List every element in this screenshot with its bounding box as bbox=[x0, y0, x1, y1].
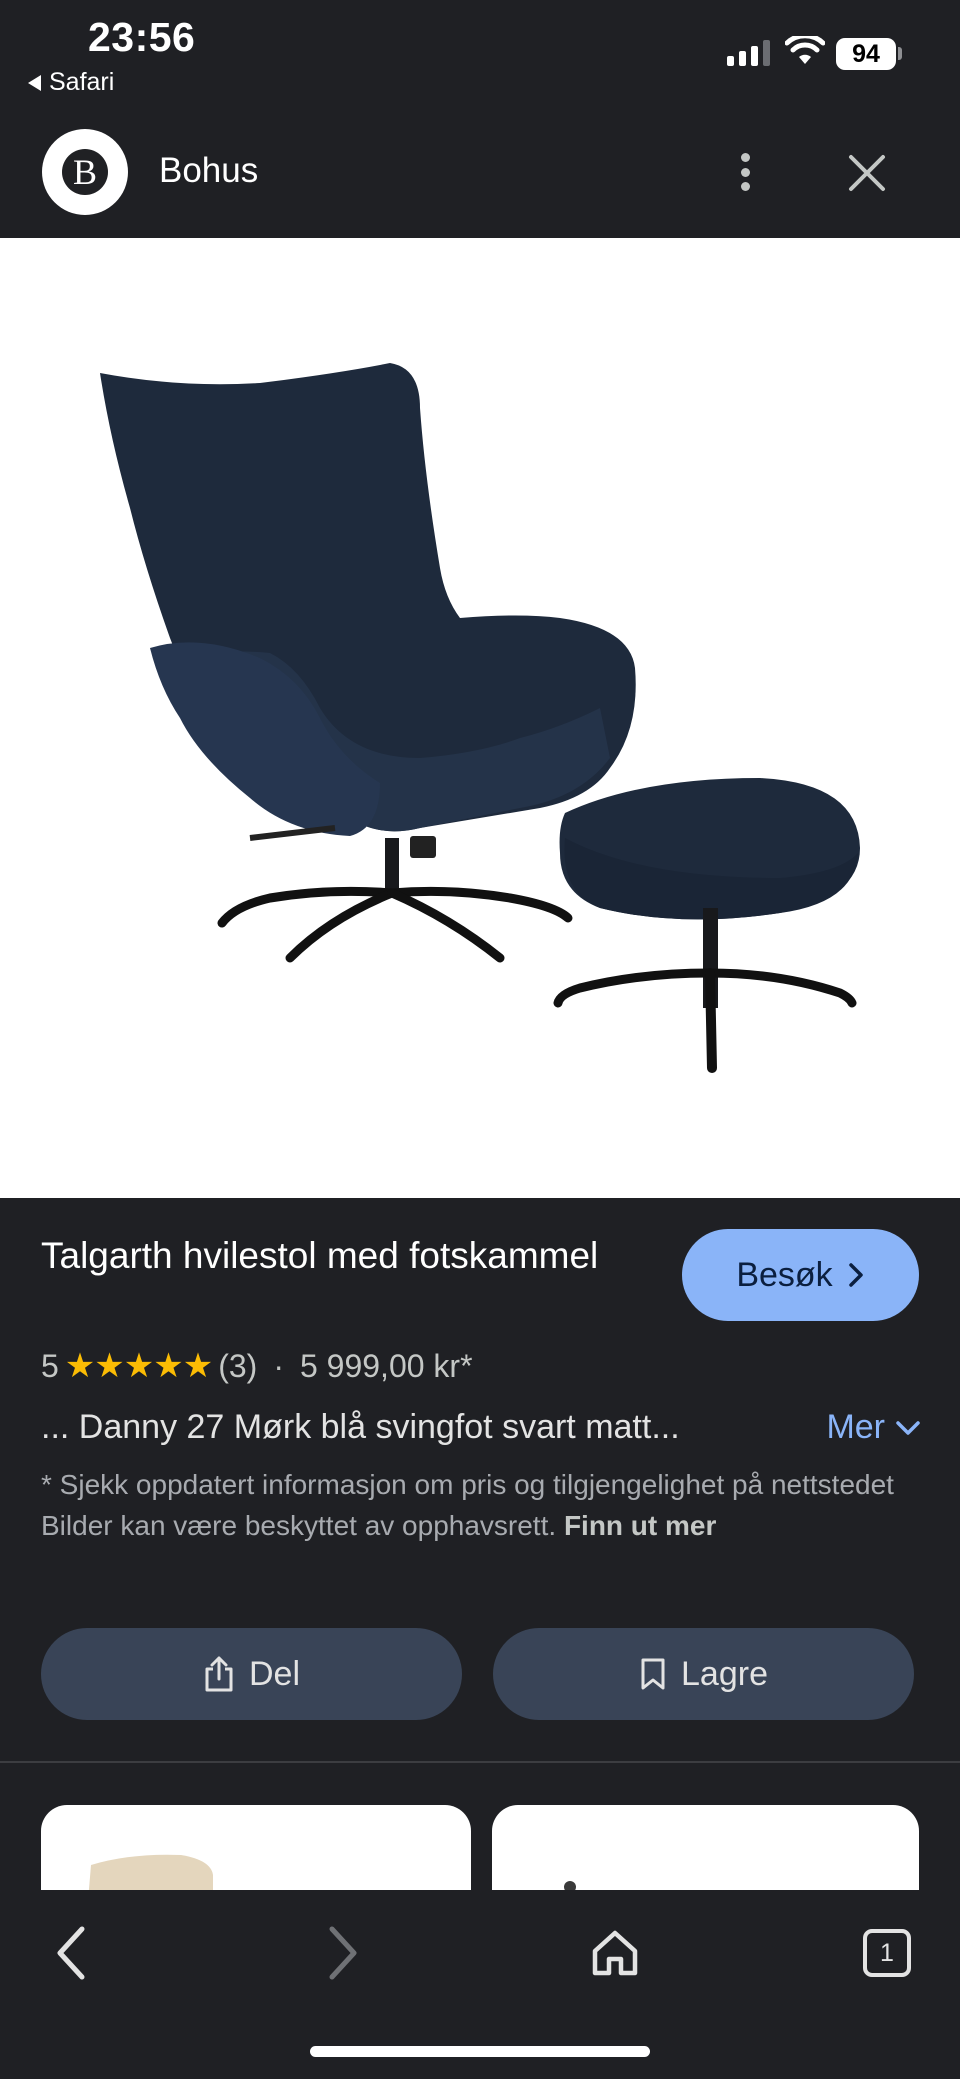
description-row: ... Danny 27 Mørk blå svingfot svart mat… bbox=[41, 1408, 921, 1447]
back-to-app-link[interactable]: Safari bbox=[28, 68, 114, 97]
wifi-icon bbox=[785, 36, 825, 64]
bookmark-icon bbox=[641, 1658, 665, 1690]
related-card-thumbnail bbox=[88, 1854, 213, 1890]
back-triangle-icon bbox=[28, 74, 41, 91]
product-description: ... Danny 27 Mørk blå svingfot svart mat… bbox=[41, 1408, 680, 1446]
tabs-button[interactable]: 1 bbox=[852, 1918, 922, 1988]
chevron-down-icon bbox=[896, 1420, 920, 1435]
close-icon[interactable] bbox=[843, 149, 891, 197]
cellular-signal-icon bbox=[727, 40, 770, 66]
back-app-label: Safari bbox=[49, 68, 115, 96]
site-logo[interactable]: B bbox=[42, 129, 128, 215]
review-count: (3) bbox=[218, 1347, 258, 1384]
separator-dot: · bbox=[273, 1347, 284, 1384]
browser-toolbar: 1 bbox=[0, 1890, 960, 2079]
site-name[interactable]: Bohus bbox=[159, 151, 258, 191]
related-card[interactable] bbox=[492, 1805, 919, 1890]
home-button[interactable] bbox=[580, 1918, 650, 1988]
rating-value: 5 bbox=[41, 1347, 59, 1384]
chevron-right-icon bbox=[329, 1926, 357, 1980]
chevron-left-icon bbox=[57, 1926, 85, 1980]
product-price: 5 999,00 kr* bbox=[299, 1347, 473, 1384]
back-button[interactable] bbox=[37, 1918, 107, 1988]
status-time: 23:56 bbox=[88, 14, 196, 60]
star-rating-icon: ★★★★★ bbox=[64, 1347, 213, 1385]
site-logo-letter: B bbox=[62, 149, 108, 195]
more-link[interactable]: Mer bbox=[826, 1408, 921, 1447]
save-button[interactable]: Lagre bbox=[493, 1628, 914, 1720]
tabs-icon: 1 bbox=[863, 1929, 911, 1977]
product-title: Talgarth hvilestol med fotskammel bbox=[41, 1235, 599, 1276]
battery-tip bbox=[898, 47, 902, 60]
visit-button-label: Besøk bbox=[736, 1255, 833, 1294]
battery-indicator: 94 bbox=[836, 38, 896, 70]
status-bar: 23:56 Safari 94 bbox=[0, 0, 960, 107]
related-results bbox=[0, 1763, 960, 1890]
more-vert-icon bbox=[740, 153, 750, 162]
source-header: B Bohus bbox=[0, 107, 960, 238]
disclaimer-body: * Sjekk oppdatert informasjon om pris og… bbox=[41, 1469, 894, 1541]
disclaimer-text: * Sjekk oppdatert informasjon om pris og… bbox=[41, 1464, 901, 1546]
rating-price-row: 5 ★★★★★ (3) · 5 999,00 kr* bbox=[41, 1346, 473, 1386]
share-button[interactable]: Del bbox=[41, 1628, 462, 1720]
visit-button[interactable]: Besøk bbox=[682, 1229, 919, 1321]
product-image[interactable] bbox=[0, 238, 960, 1198]
chevron-right-icon bbox=[848, 1263, 863, 1287]
related-card[interactable] bbox=[41, 1805, 471, 1890]
product-info-panel: Talgarth hvilestol med fotskammel Besøk … bbox=[0, 1198, 960, 1761]
related-card-thumbnail bbox=[564, 1881, 576, 1890]
recliner-chair-illustration bbox=[100, 363, 860, 1073]
home-indicator[interactable] bbox=[310, 2046, 650, 2057]
more-options-button[interactable] bbox=[727, 147, 763, 197]
share-button-label: Del bbox=[248, 1654, 301, 1693]
learn-more-link[interactable]: Finn ut mer bbox=[564, 1510, 716, 1541]
save-button-label: Lagre bbox=[681, 1654, 768, 1693]
share-icon bbox=[205, 1656, 233, 1692]
forward-button[interactable] bbox=[307, 1918, 377, 1988]
more-link-label: Mer bbox=[826, 1408, 885, 1446]
home-icon bbox=[592, 1930, 638, 1976]
